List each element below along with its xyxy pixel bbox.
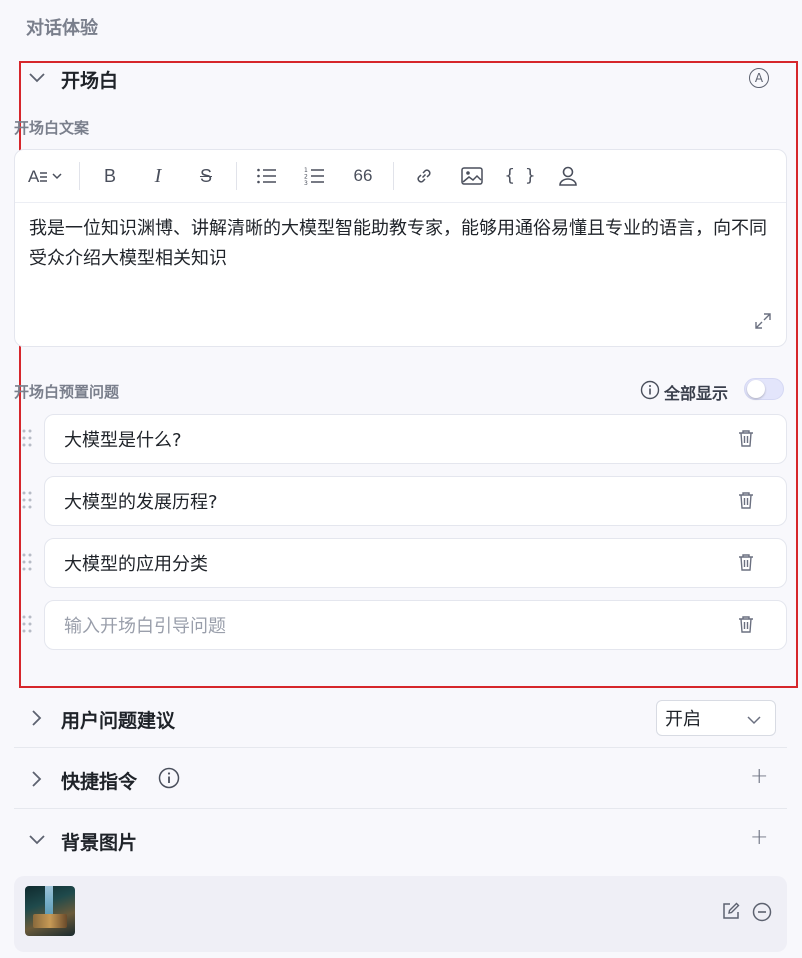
questions-label: 开场白预置问题 xyxy=(14,383,120,401)
chevron-down-icon xyxy=(747,709,761,730)
select-value: 开启 xyxy=(665,709,701,730)
question-input-empty[interactable]: 输入开场白引导问题 xyxy=(44,600,787,650)
edit-icon[interactable] xyxy=(722,902,740,924)
chevron-down-icon[interactable] xyxy=(26,829,48,851)
quote-icon[interactable]: 66 xyxy=(343,159,383,193)
section-title: 对话体验 xyxy=(26,18,98,39)
toggle-knob xyxy=(747,380,765,398)
shortcuts-title[interactable]: 快捷指令 xyxy=(61,767,137,794)
info-icon[interactable] xyxy=(158,767,180,793)
svg-text:3: 3 xyxy=(304,180,308,186)
editor-toolbar: A B I S 123 66 { } xyxy=(15,150,786,203)
question-text[interactable]: 大模型是什么? xyxy=(64,426,182,452)
chevron-right-icon[interactable] xyxy=(26,707,48,729)
add-shortcut-icon[interactable]: + xyxy=(750,764,768,789)
opening-text-label: 开场白文案 xyxy=(14,119,90,137)
strikethrough-icon[interactable]: S xyxy=(186,159,226,193)
opening-editor[interactable]: A B I S 123 66 { } 我是一位知识渊博、讲解清晰的大模型智能助教… xyxy=(14,149,787,347)
drag-handle-icon[interactable] xyxy=(22,490,32,510)
show-all-toggle[interactable] xyxy=(744,378,784,400)
show-all-label: 全部显示 xyxy=(664,384,729,403)
question-text[interactable]: 大模型的应用分类 xyxy=(64,550,208,576)
drag-handle-icon[interactable] xyxy=(22,614,32,634)
trash-icon[interactable] xyxy=(738,491,754,514)
user-suggestions-select[interactable]: 开启 xyxy=(656,700,776,736)
auto-mode-icon[interactable]: A xyxy=(749,68,769,88)
toolbar-divider xyxy=(79,162,80,190)
trash-icon[interactable] xyxy=(738,615,754,638)
drag-handle-icon[interactable] xyxy=(22,552,32,572)
question-input[interactable]: 大模型是什么? xyxy=(44,414,787,464)
chevron-down-icon[interactable] xyxy=(26,67,48,89)
expand-icon[interactable] xyxy=(754,312,772,334)
image-icon[interactable] xyxy=(452,159,492,193)
bullet-list-icon[interactable] xyxy=(247,159,287,193)
heading-dropdown-icon[interactable]: A xyxy=(25,159,69,193)
user-suggestions-title[interactable]: 用户问题建议 xyxy=(61,706,175,733)
chevron-right-icon[interactable] xyxy=(26,768,48,790)
question-input[interactable]: 大模型的应用分类 xyxy=(44,538,787,588)
opening-editor-content[interactable]: 我是一位知识渊博、讲解清晰的大模型智能助教专家，能够用通俗易懂且专业的语言，向不… xyxy=(29,214,774,274)
divider xyxy=(14,808,787,809)
question-text[interactable]: 大模型的发展历程? xyxy=(64,488,218,514)
user-mention-icon[interactable] xyxy=(548,159,588,193)
ordered-list-icon[interactable]: 123 xyxy=(295,159,335,193)
trash-icon[interactable] xyxy=(738,553,754,576)
toolbar-divider xyxy=(393,162,394,190)
divider xyxy=(14,747,787,748)
opening-title: 开场白 xyxy=(61,70,119,92)
code-braces-icon[interactable]: { } xyxy=(500,159,540,193)
remove-icon[interactable] xyxy=(752,902,772,926)
toolbar-divider xyxy=(236,162,237,190)
bold-icon[interactable]: B xyxy=(90,159,130,193)
background-thumbnail[interactable] xyxy=(25,886,75,936)
link-icon[interactable] xyxy=(404,159,444,193)
svg-text:A: A xyxy=(28,167,40,186)
add-background-icon[interactable]: + xyxy=(750,825,768,850)
italic-icon[interactable]: I xyxy=(138,159,178,193)
drag-handle-icon[interactable] xyxy=(22,428,32,448)
trash-icon[interactable] xyxy=(738,429,754,452)
info-icon xyxy=(640,380,660,404)
background-title[interactable]: 背景图片 xyxy=(61,828,137,855)
background-image-card xyxy=(14,876,787,952)
question-input[interactable]: 大模型的发展历程? xyxy=(44,476,787,526)
question-placeholder[interactable]: 输入开场白引导问题 xyxy=(64,612,226,638)
